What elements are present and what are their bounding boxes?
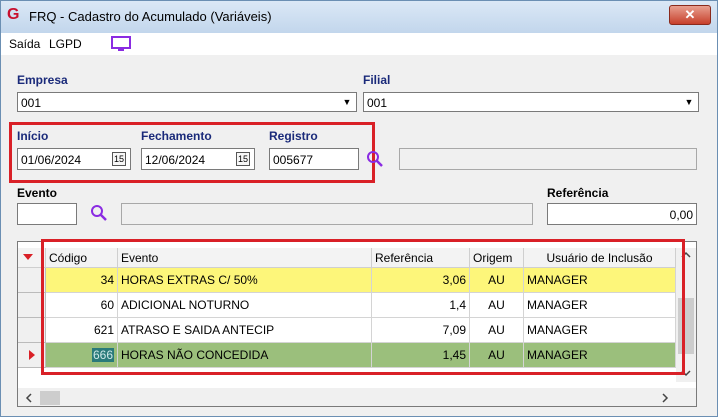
referencia-field[interactable]: 0,00 — [547, 203, 697, 225]
search-icon[interactable] — [365, 149, 385, 169]
inicio-value: 01/06/2024 — [21, 153, 82, 167]
title-bar[interactable]: G FRQ - Cadastro do Acumulado (Variáveis… — [1, 1, 717, 33]
calendar-icon[interactable]: 15 — [236, 152, 250, 166]
registro-description-field — [399, 148, 697, 170]
registro-field[interactable]: 005677 — [269, 148, 359, 170]
menu-saida[interactable]: Saída — [9, 37, 40, 51]
menu-bar: Saída LGPD — [1, 33, 717, 55]
horizontal-scroll-thumb[interactable] — [40, 391, 60, 405]
registro-value: 005677 — [273, 153, 314, 167]
filial-select[interactable]: 001 ▼ — [363, 92, 699, 112]
inicio-date-field[interactable]: 01/06/2024 15 — [17, 148, 131, 170]
chevron-down-icon[interactable]: ▼ — [339, 94, 355, 110]
referencia-label: Referência — [547, 186, 609, 200]
sort-down-icon — [23, 254, 33, 260]
inicio-label: Início — [17, 129, 49, 143]
fechamento-date-field[interactable]: 12/06/2024 15 — [141, 148, 255, 170]
horizontal-scrollbar[interactable] — [18, 388, 696, 406]
filial-label: Filial — [363, 73, 391, 87]
empresa-label: Empresa — [17, 73, 68, 87]
empresa-select[interactable]: 001 ▼ — [17, 92, 357, 112]
empresa-value: 001 — [21, 96, 42, 110]
chevron-left-icon[interactable] — [22, 391, 36, 405]
chevron-right-icon[interactable] — [658, 391, 672, 405]
main-window: G FRQ - Cadastro do Acumulado (Variáveis… — [0, 0, 718, 417]
registro-label: Registro — [269, 129, 318, 143]
search-icon[interactable] — [89, 203, 109, 223]
evento-label: Evento — [17, 186, 58, 200]
annotation-box-grid — [41, 239, 685, 375]
fechamento-value: 12/06/2024 — [145, 153, 206, 167]
chevron-down-icon[interactable]: ▼ — [681, 94, 697, 110]
evento-description-field — [121, 203, 533, 225]
referencia-value: 0,00 — [669, 208, 693, 222]
window-title: FRQ - Cadastro do Acumulado (Variáveis) — [29, 9, 272, 24]
monitor-icon[interactable] — [111, 36, 131, 52]
close-button[interactable]: ✕ — [669, 5, 711, 25]
evento-field[interactable] — [17, 203, 77, 225]
filial-value: 001 — [367, 96, 388, 110]
menu-lgpd[interactable]: LGPD — [49, 37, 82, 51]
calendar-icon[interactable]: 15 — [112, 152, 126, 166]
app-logo-icon: G — [7, 6, 20, 23]
fechamento-label: Fechamento — [141, 129, 212, 143]
